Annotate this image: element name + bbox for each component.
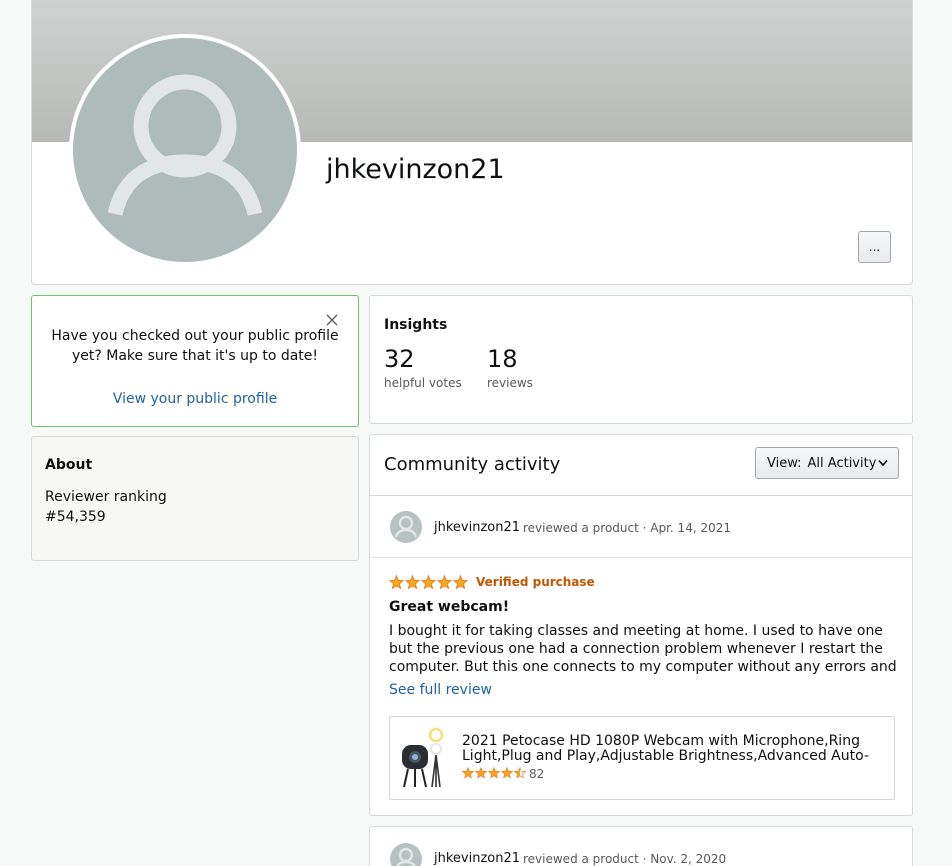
star-icon (488, 767, 500, 779)
product-title[interactable]: 2021 Petocase HD 1080P Webcam with Micro… (462, 734, 882, 764)
user-silhouette-icon (395, 847, 417, 866)
review-title[interactable]: Great webcam! (389, 599, 509, 615)
post-header: jhkevinzon21 reviewed a product · Apr. 1… (370, 496, 912, 558)
view-select-value: All Activity (807, 455, 877, 471)
star-icon (389, 575, 404, 590)
post-username[interactable]: jhkevinzon21 (434, 520, 520, 535)
profile-header: jhkevinzon21 ... (31, 0, 913, 285)
view-public-profile-link[interactable]: View your public profile (32, 391, 358, 407)
user-silhouette-icon (107, 74, 263, 216)
profile-username: jhkevinzon21 (326, 154, 505, 185)
post-username[interactable]: jhkevinzon21 (434, 851, 520, 866)
review-body: I bought it for taking classes and meeti… (389, 623, 897, 675)
activity-view-select[interactable]: View: All Activity (755, 447, 899, 479)
more-options-button[interactable]: ... (858, 231, 891, 263)
star-icon (405, 575, 420, 590)
product-rating-count[interactable]: 82 (529, 767, 544, 781)
helpful-votes-stat: 32 helpful votes (384, 344, 462, 390)
user-silhouette-icon (394, 515, 418, 538)
activity-title: Community activity (384, 454, 561, 475)
profile-avatar (69, 34, 301, 266)
reviews-stat: 18 reviews (487, 344, 533, 390)
star-icon (462, 767, 474, 779)
post-meta: reviewed a product · Apr. 14, 2021 (523, 521, 731, 535)
star-icon (453, 575, 468, 590)
community-activity-post: jhkevinzon21 reviewed a product · Nov. 2… (369, 826, 913, 866)
reviewer-ranking-label: Reviewer ranking (45, 489, 167, 505)
product-star-rating (462, 767, 526, 779)
avatar[interactable] (390, 511, 422, 543)
helpful-votes-count: 32 (384, 345, 415, 373)
product-thumbnail[interactable] (398, 725, 450, 791)
reviewer-ranking-value: #54,359 (45, 509, 106, 525)
see-full-review-link[interactable]: See full review (389, 682, 492, 698)
about-title: About (45, 457, 93, 473)
star-half-icon (514, 767, 526, 779)
close-icon[interactable] (326, 314, 338, 326)
insights-panel: Insights 32 helpful votes 18 reviews (369, 295, 913, 424)
star-icon (437, 575, 452, 590)
chevron-down-icon (878, 459, 888, 467)
star-icon (421, 575, 436, 590)
avatar[interactable] (390, 843, 422, 866)
product-card[interactable]: 2021 Petocase HD 1080P Webcam with Micro… (389, 716, 895, 800)
verified-purchase-badge: Verified purchase (476, 575, 595, 589)
star-icon (501, 767, 513, 779)
view-select-label: View: (767, 455, 802, 471)
insights-title: Insights (384, 317, 448, 333)
star-icon (475, 767, 487, 779)
helpful-votes-label: helpful votes (384, 376, 462, 390)
about-panel: About Reviewer ranking #54,359 (31, 436, 359, 561)
reviews-label: reviews (487, 376, 533, 390)
review-star-rating (389, 575, 468, 590)
public-profile-notice: Have you checked out your public profile… (31, 295, 359, 427)
community-activity-panel: Community activity View: All Activity jh… (369, 434, 913, 816)
activity-header: Community activity View: All Activity (370, 435, 912, 496)
reviews-count: 18 (487, 345, 518, 373)
notice-text: Have you checked out your public profile… (51, 328, 339, 364)
post-meta: reviewed a product · Nov. 2, 2020 (523, 852, 727, 866)
